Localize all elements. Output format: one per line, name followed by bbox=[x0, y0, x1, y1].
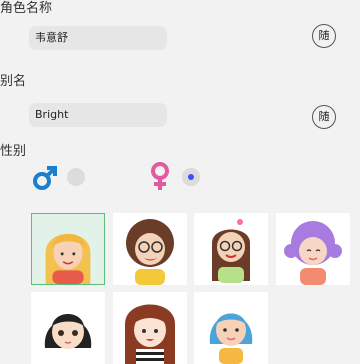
role-name-label: 角色名称 bbox=[0, 1, 53, 16]
randomize-name-button[interactable]: 随 bbox=[312, 24, 336, 48]
avatar-bangs-girl[interactable] bbox=[113, 292, 187, 364]
role-name-input[interactable]: 韦意舒 bbox=[29, 26, 167, 50]
alias-label: 别名 bbox=[0, 74, 27, 89]
female-symbol-icon[interactable] bbox=[146, 160, 174, 192]
avatar-black-bob-girl[interactable] bbox=[31, 292, 105, 364]
gender-label: 性别 bbox=[0, 144, 27, 159]
randomize-alias-button[interactable]: 随 bbox=[312, 105, 336, 129]
avatar-blue-hair-girl[interactable] bbox=[194, 292, 268, 364]
alias-input[interactable]: Bright bbox=[29, 103, 167, 127]
female-radio[interactable] bbox=[182, 168, 200, 186]
avatar-glasses-bun-girl[interactable] bbox=[194, 213, 268, 285]
avatar-blonde-girl[interactable] bbox=[31, 213, 105, 285]
avatar-purple-hair-girl[interactable] bbox=[276, 213, 350, 285]
avatar-glasses-curly-girl[interactable] bbox=[113, 213, 187, 285]
male-radio[interactable] bbox=[67, 168, 85, 186]
male-symbol-icon[interactable] bbox=[31, 164, 59, 192]
